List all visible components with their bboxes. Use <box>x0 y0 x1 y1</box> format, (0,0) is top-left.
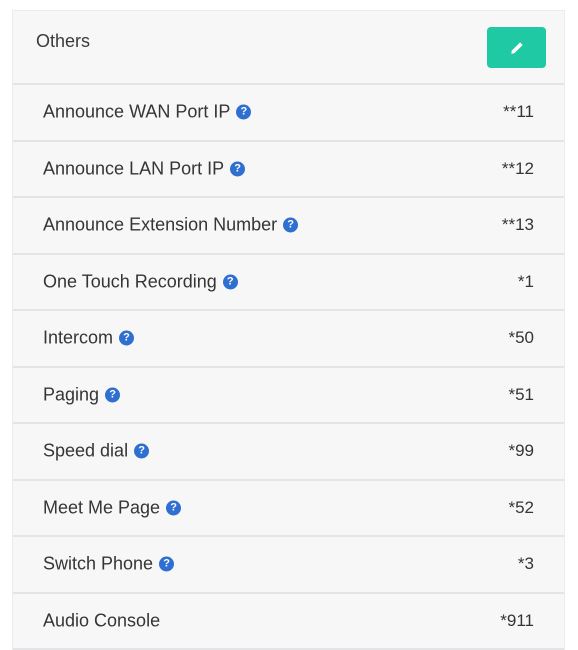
help-icon[interactable]: ? <box>159 557 174 572</box>
row-value: *1 <box>518 272 534 292</box>
row-label: Announce Extension Number <box>43 215 277 236</box>
row-value: **11 <box>503 102 534 122</box>
list-item: Announce Extension Number ? **13 <box>13 198 564 255</box>
panel-header: Others <box>13 11 564 85</box>
list-item: Audio Console *911 <box>13 594 564 650</box>
feature-code-list: Announce WAN Port IP ? **11 Announce LAN… <box>13 85 564 650</box>
list-item: One Touch Recording ? *1 <box>13 255 564 312</box>
help-icon[interactable]: ? <box>119 331 134 346</box>
row-value: *51 <box>508 385 534 405</box>
help-icon[interactable]: ? <box>105 387 120 402</box>
row-label: Speed dial <box>43 441 128 462</box>
row-label: Meet Me Page <box>43 497 160 518</box>
row-label: Paging <box>43 384 99 405</box>
list-item: Speed dial ? *99 <box>13 424 564 481</box>
help-icon[interactable]: ? <box>236 105 251 120</box>
list-item: Meet Me Page ? *52 <box>13 481 564 538</box>
help-icon[interactable]: ? <box>230 161 245 176</box>
row-label: Announce WAN Port IP <box>43 102 230 123</box>
row-value: **13 <box>502 215 534 235</box>
row-value: *50 <box>508 328 534 348</box>
row-value: *3 <box>518 554 534 574</box>
list-item: Announce LAN Port IP ? **12 <box>13 142 564 199</box>
list-item: Paging ? *51 <box>13 368 564 425</box>
row-label: Intercom <box>43 328 113 349</box>
list-item: Switch Phone ? *3 <box>13 537 564 594</box>
row-value: *911 <box>500 611 534 631</box>
row-label: Audio Console <box>43 610 160 631</box>
row-label: Switch Phone <box>43 554 153 575</box>
row-value: **12 <box>502 159 534 179</box>
others-panel: Others Announce WAN Port IP ? **11 Annou… <box>12 10 565 650</box>
list-item: Intercom ? *50 <box>13 311 564 368</box>
help-icon[interactable]: ? <box>283 218 298 233</box>
help-icon[interactable]: ? <box>134 444 149 459</box>
edit-button[interactable] <box>487 27 546 68</box>
row-value: *99 <box>508 441 534 461</box>
row-label: Announce LAN Port IP <box>43 158 224 179</box>
row-label: One Touch Recording <box>43 271 217 292</box>
help-icon[interactable]: ? <box>223 274 238 289</box>
list-item: Announce WAN Port IP ? **11 <box>13 85 564 142</box>
panel-title: Others <box>36 31 90 52</box>
help-icon[interactable]: ? <box>166 500 181 515</box>
pencil-icon <box>510 41 524 55</box>
row-value: *52 <box>508 498 534 518</box>
